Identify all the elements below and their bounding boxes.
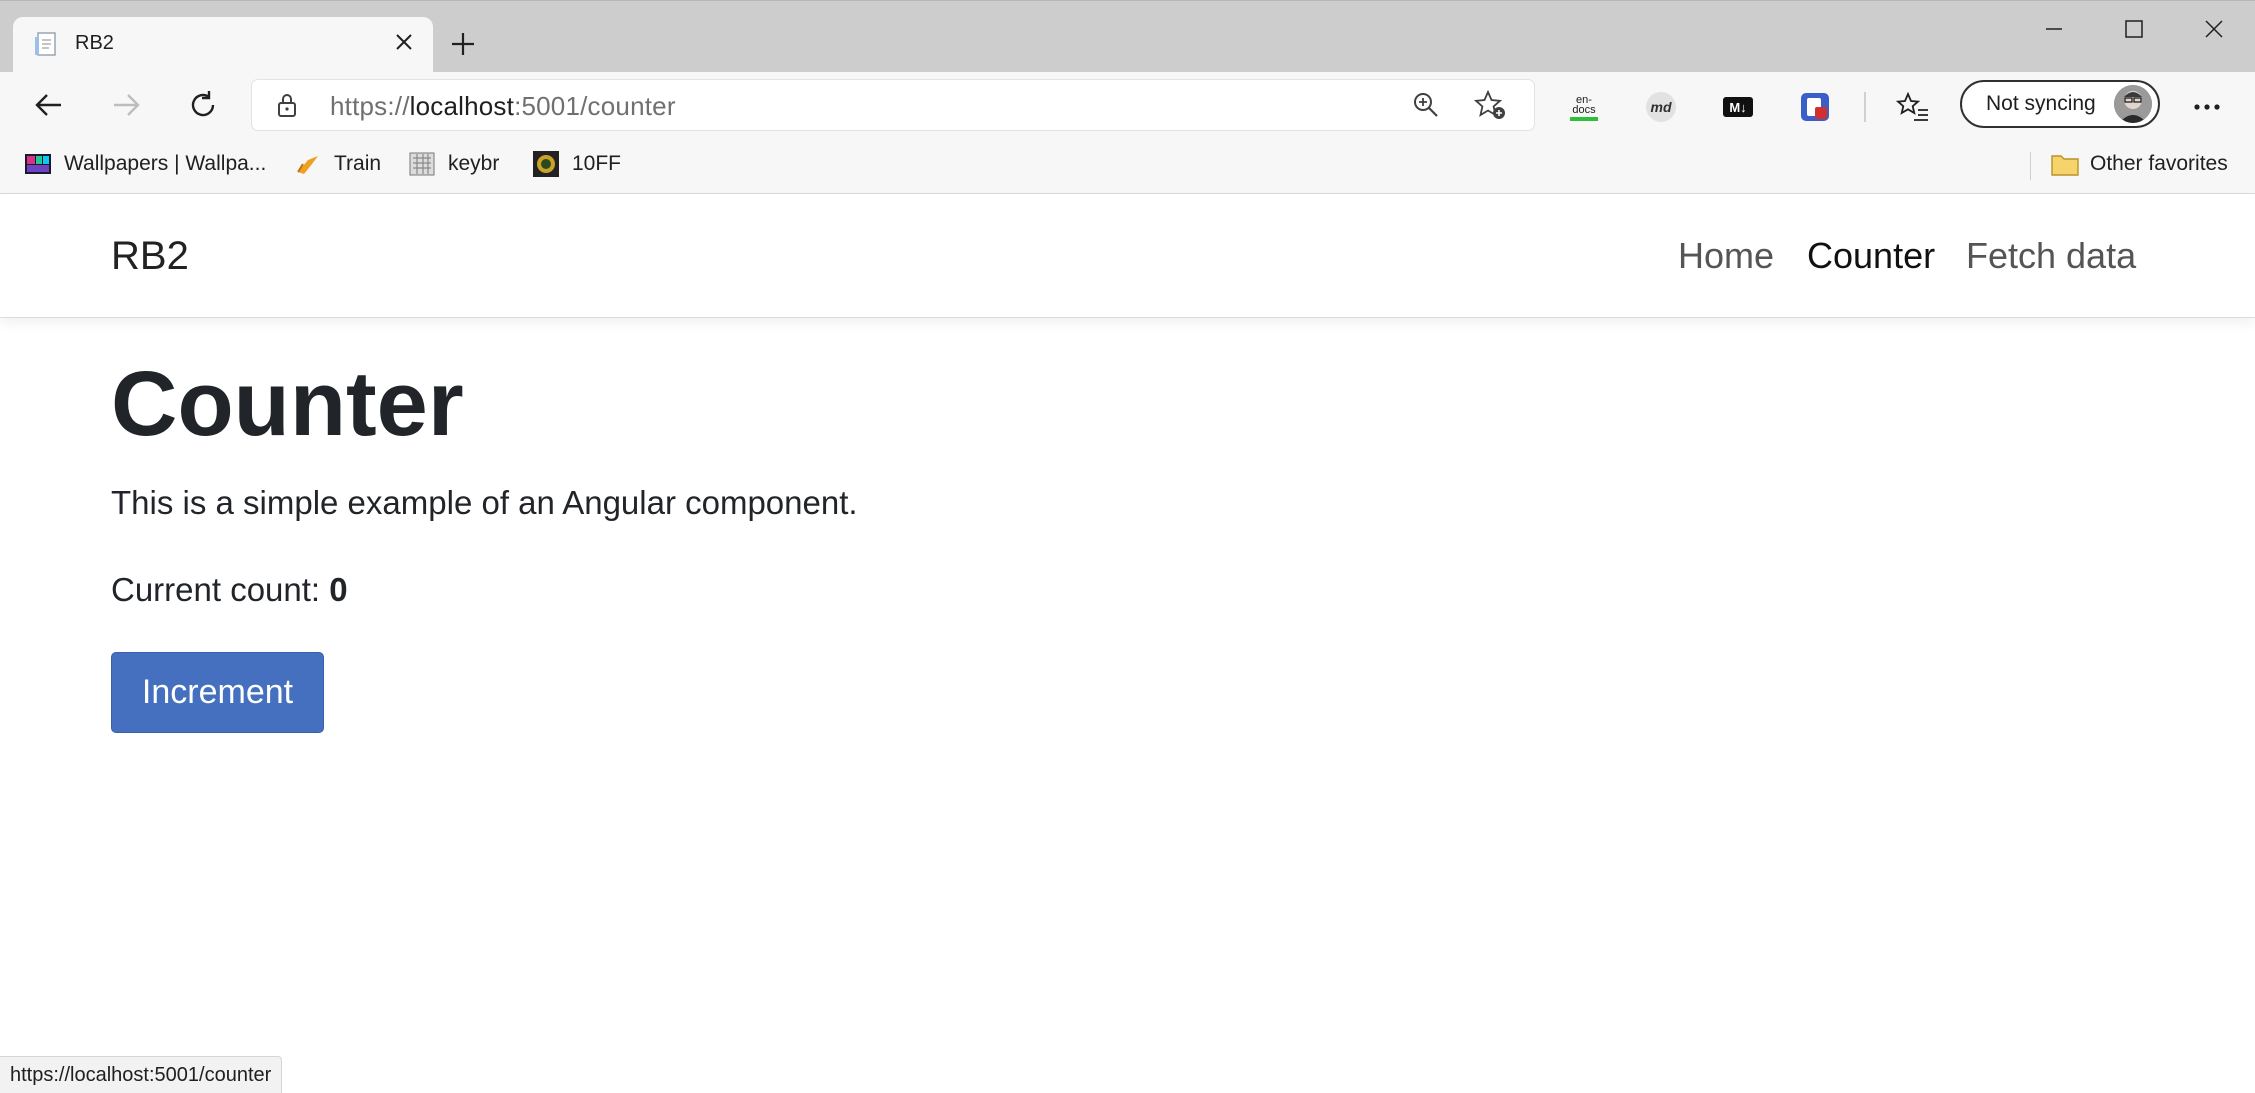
folder-icon (2050, 150, 2079, 178)
more-options-icon[interactable] (2190, 90, 2224, 124)
maximize-icon[interactable] (2104, 9, 2164, 49)
bookmark-label: 10FF (572, 152, 622, 175)
add-favorite-icon[interactable] (1473, 89, 1506, 125)
increment-button[interactable]: Increment (111, 652, 324, 733)
extension-icon[interactable] (1798, 90, 1832, 124)
page-description: This is a simple example of an Angular c… (111, 484, 858, 521)
tab-strip: RB2 (0, 0, 2255, 73)
profile-button[interactable]: Not syncing (1960, 80, 2160, 128)
avatar (2114, 85, 2152, 123)
markdown-icon[interactable]: M↓ (1721, 90, 1755, 124)
address-url: https://localhost:5001/counter (330, 91, 676, 121)
favorites-bar: Wallpapers | Wallpa... Train keybr 10FF … (0, 138, 2255, 194)
bookmark-keybr[interactable]: keybr (408, 149, 499, 179)
en-docs-icon-bottom: docs (1572, 104, 1596, 116)
profile-label: Not syncing (1986, 92, 2096, 115)
toolbar-divider (1864, 92, 1866, 122)
refresh-icon[interactable] (180, 82, 226, 128)
md-icon-text: md (1651, 99, 1672, 115)
en-docs-icon[interactable]: en-docs (1567, 90, 1601, 124)
lock-icon[interactable] (276, 92, 298, 123)
train-icon (294, 150, 322, 178)
status-url-tooltip: https://localhost:5001/counter (0, 1056, 283, 1093)
wallpapers-icon (24, 150, 52, 178)
browser-tab[interactable]: RB2 (13, 17, 433, 73)
bookmark-wallpapers[interactable]: Wallpapers | Wallpa... (24, 149, 266, 179)
favorites-icon[interactable] (1896, 90, 1930, 124)
window-close-icon[interactable] (2184, 9, 2244, 49)
bookmark-train[interactable]: Train (294, 149, 381, 179)
bookmark-10ff[interactable]: 10FF (532, 149, 621, 179)
forward-icon[interactable] (103, 82, 149, 128)
new-tab-icon[interactable] (446, 27, 480, 61)
nav-counter[interactable]: Counter (1807, 235, 1935, 277)
back-icon[interactable] (26, 82, 72, 128)
bookmark-label: Wallpapers | Wallpa... (64, 152, 267, 175)
page-title: Counter (111, 353, 464, 455)
zoom-icon[interactable] (1412, 91, 1440, 124)
count-value: 0 (329, 571, 348, 608)
nav-home[interactable]: Home (1678, 235, 1774, 277)
markdown-icon-text: M↓ (1729, 100, 1746, 115)
tab-title: RB2 (75, 32, 114, 54)
md-icon[interactable]: md (1644, 90, 1678, 124)
nav-fetch-data[interactable]: Fetch data (1966, 235, 2136, 277)
current-count: Current count: 0 (111, 571, 348, 609)
address-bar[interactable]: https://localhost:5001/counter (252, 80, 1534, 130)
other-favorites[interactable]: Other favorites (2050, 149, 2228, 179)
favorites-divider (2030, 152, 2031, 180)
count-label: Current count: (111, 571, 330, 608)
brand-link[interactable]: RB2 (111, 234, 189, 279)
bookmark-label: Train (334, 152, 382, 175)
app-navbar: RB2 Home Counter Fetch data (0, 194, 2255, 318)
keybr-icon (408, 150, 436, 178)
other-favorites-label: Other favorites (2090, 152, 2228, 175)
bookmark-label: keybr (448, 152, 500, 175)
browser-toolbar: https://localhost:5001/counter en-docs m… (0, 72, 2255, 138)
close-tab-icon[interactable] (389, 27, 419, 57)
page-icon (33, 31, 59, 59)
minimize-icon[interactable] (2024, 9, 2084, 49)
10ff-icon (532, 150, 560, 178)
